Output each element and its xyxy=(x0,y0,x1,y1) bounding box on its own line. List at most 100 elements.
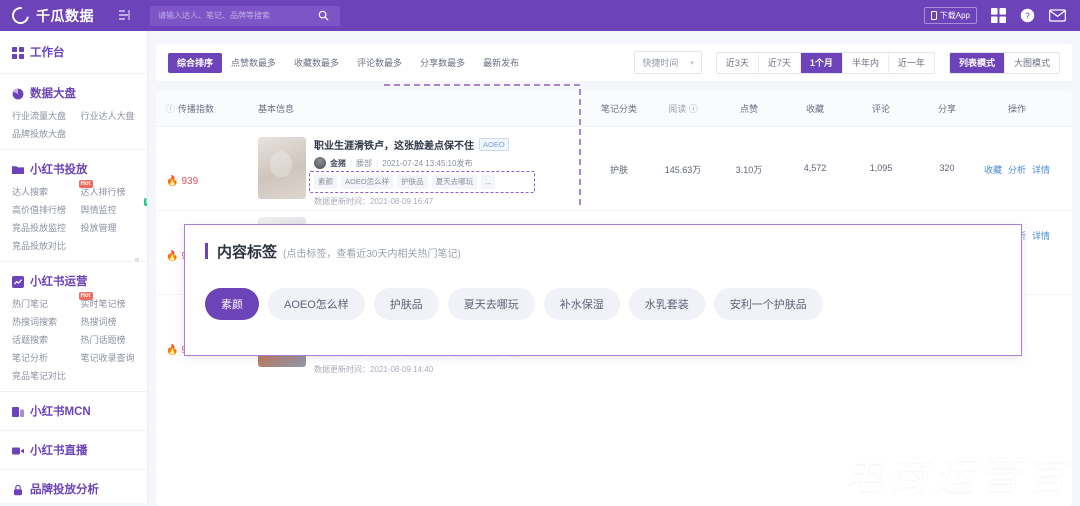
note-tag-list: 素颜 AOEO怎么样 护肤品 夏天去哪玩 ... xyxy=(309,171,588,193)
sidebar-group-label: 小红书直播 xyxy=(30,445,88,457)
sidebar-item-competitor-compare[interactable]: 竞品投放对比 xyxy=(12,239,79,252)
sidebar-sublist-xhs-placement: 达人搜索 Hot 达人排行榜 Hot 高价值排行榜 舆情监控 Beta 竞品投放… xyxy=(0,179,147,252)
help-icon[interactable]: ? xyxy=(1020,8,1035,23)
note-info-cell: 职业生涯滑铁卢，这张脸差点保不住 AOEO 金猪 | 腰部 | 2021-07-… xyxy=(258,137,588,206)
header-label: 阅读 xyxy=(668,104,687,114)
sidebar-item-brand-board[interactable]: 品牌投放大盘 xyxy=(12,127,79,140)
sidebar-item-kol-rank[interactable]: 达人排行榜 Hot xyxy=(81,185,148,198)
range-1m[interactable]: 1个月 xyxy=(800,52,843,73)
sidebar-item-placement-manage[interactable]: 投放管理 xyxy=(81,221,148,234)
range-7d[interactable]: 近7天 xyxy=(759,52,801,73)
popup-tag-selected[interactable]: 素颜 xyxy=(205,288,259,320)
sidebar-item-xhs-mcn[interactable]: 小红书MCN xyxy=(0,401,147,421)
sidebar-group-label: 小红书MCN xyxy=(30,406,91,418)
sidebar-item-hot-topic-rank[interactable]: 热门话题榜 xyxy=(81,333,148,346)
header-category: 笔记分类 xyxy=(600,104,637,114)
search-input[interactable] xyxy=(150,11,306,20)
sidebar-sublist-xhs-operation: 热门笔记 Hot 实时笔记榜 热搜词搜索 热搜词榜 话题搜索 热门话题榜 笔记分… xyxy=(0,291,147,382)
sidebar-item-high-value-rank[interactable]: 高价值排行榜 xyxy=(12,203,79,216)
sidebar-item-industry-kol[interactable]: 行业达人大盘 xyxy=(81,109,148,122)
note-thumbnail[interactable] xyxy=(258,137,306,199)
collect-action[interactable]: 收藏 xyxy=(984,163,1002,200)
help-circle-icon[interactable]: ⓘ xyxy=(689,104,698,114)
note-tag[interactable]: 素颜 xyxy=(314,175,337,189)
sidebar-item-data-board[interactable]: 数据大盘 xyxy=(0,83,147,103)
sidebar-item-workbench[interactable]: 工作台 xyxy=(0,42,147,62)
publish-time: 2021-07-24 13:45:10发布 xyxy=(382,158,473,168)
info-circle-icon[interactable]: ⓘ xyxy=(166,102,175,115)
sort-tab-newest[interactable]: 最新发布 xyxy=(474,53,528,73)
sort-tab-comments[interactable]: 评论数最多 xyxy=(348,53,411,73)
sidebar-group-label: 小红书投放 xyxy=(30,164,88,176)
view-mode-grid[interactable]: 大图模式 xyxy=(1005,53,1059,73)
sidebar-group-xhs-placement: 小红书投放 达人搜索 Hot 达人排行榜 Hot 高价值排行榜 舆情监控 Bet… xyxy=(0,150,147,262)
comments-cell: 1,095 xyxy=(869,163,893,173)
range-6m[interactable]: 半年内 xyxy=(843,52,889,73)
sidebar-item-brand-analysis[interactable]: 品牌投放分析 xyxy=(0,479,147,499)
note-tag[interactable]: 夏天去哪玩 xyxy=(431,175,478,189)
sidebar-item-note-analysis[interactable]: 笔记分析 xyxy=(12,351,79,364)
sidebar-item-hot-notes[interactable]: 热门笔记 Hot xyxy=(12,292,93,310)
global-search[interactable] xyxy=(150,5,340,26)
note-tag[interactable]: AOEO怎么样 xyxy=(341,175,394,189)
sidebar-group-xhs-operation: 小红书运营 热门笔记 Hot 实时笔记榜 热搜词搜索 热搜词榜 话题搜索 热门话… xyxy=(0,262,147,392)
note-tag[interactable]: 护肤品 xyxy=(397,175,428,189)
popup-tag[interactable]: 安利一个护肤品 xyxy=(713,288,823,320)
likes-cell: 3.10万 xyxy=(735,165,763,175)
chevron-double-left-icon[interactable]: « xyxy=(130,245,144,273)
sidebar-item-hot-word-search[interactable]: 热搜词搜索 xyxy=(12,315,79,328)
download-app-button[interactable]: 下载App xyxy=(923,7,977,24)
detail-action[interactable]: 详情 xyxy=(1032,229,1050,284)
grid-icon[interactable] xyxy=(991,8,1006,23)
note-title-row: 职业生涯滑铁卢，这张脸差点保不住 AOEO xyxy=(314,137,588,152)
sort-tab-likes[interactable]: 点赞数最多 xyxy=(222,53,285,73)
dashboard-grid-icon xyxy=(12,46,24,59)
popup-tag[interactable]: 水乳套装 xyxy=(628,288,705,320)
spread-index-cell: 🔥 939 xyxy=(166,137,258,200)
sort-tab-collects[interactable]: 收藏数最多 xyxy=(285,53,348,73)
author-name[interactable]: 金猪 xyxy=(330,158,346,169)
folder-icon xyxy=(12,163,24,175)
popup-tag[interactable]: AOEO怎么样 xyxy=(268,288,365,320)
sort-tabs: 综合排序 点赞数最多 收藏数最多 评论数最多 分享数最多 最新发布 xyxy=(168,52,528,73)
sidebar-item-xhs-live[interactable]: 小红书直播 xyxy=(0,440,147,460)
view-mode-list[interactable]: 列表模式 xyxy=(949,52,1005,73)
header-reads: 阅读 ⓘ xyxy=(650,102,716,115)
sidebar-item-note-compare[interactable]: 竞品笔记对比 xyxy=(12,369,79,382)
view-mode-group: 列表模式 大图模式 xyxy=(948,51,1060,74)
analyze-action[interactable]: 分析 xyxy=(1008,163,1026,200)
note-title[interactable]: 职业生涯滑铁卢，这张脸差点保不住 xyxy=(314,137,474,152)
reads-cell: 145.63万 xyxy=(664,165,702,175)
mail-icon[interactable] xyxy=(1049,9,1066,22)
sidebar-item-industry-traffic[interactable]: 行业流量大盘 xyxy=(12,109,79,122)
search-icon[interactable] xyxy=(306,6,340,26)
note-tag-more[interactable]: ... xyxy=(481,175,496,189)
popup-tag[interactable]: 补水保湿 xyxy=(543,288,620,320)
sort-tab-overall[interactable]: 综合排序 xyxy=(168,52,223,73)
popup-tag[interactable]: 夏天去哪玩 xyxy=(447,288,535,320)
spread-index-value: 939 xyxy=(181,176,199,187)
sidebar-item-sentiment-monitor[interactable]: 舆情监控 Beta xyxy=(81,198,147,216)
table-row[interactable]: 🔥 939 职业生涯滑铁卢，这张脸差点保不住 AOEO 金猪 | 腰部 | 20… xyxy=(156,127,1072,211)
sidebar-item-note-index-query[interactable]: 笔记收录查询 xyxy=(81,351,148,364)
sidebar-item-xhs-placement[interactable]: 小红书投放 xyxy=(0,159,147,179)
sidebar-item-realtime-note-rank[interactable]: 实时笔记榜 xyxy=(81,297,148,310)
popup-title-row: 内容标签 (点击标签，查看近30天内相关热门笔记) xyxy=(205,241,1001,262)
sidebar-item-kol-search[interactable]: 达人搜索 Hot xyxy=(12,180,93,198)
sidebar-item-competitor-monitor[interactable]: 竞品投放监控 xyxy=(12,221,79,234)
sidebar-group-xhs-mcn: 小红书MCN xyxy=(0,392,147,431)
sidebar-item-hot-word-rank[interactable]: 热搜词榜 xyxy=(81,315,148,328)
collects-cell: 4,572 xyxy=(803,163,827,173)
sidebar-item-topic-search[interactable]: 话题搜索 xyxy=(12,333,79,346)
range-3d[interactable]: 近3天 xyxy=(717,52,759,73)
range-1y[interactable]: 近一年 xyxy=(889,53,934,73)
quick-time-select[interactable]: 快捷时间 ▾ xyxy=(634,51,702,74)
list-toggle-icon[interactable] xyxy=(118,9,132,23)
popup-tag[interactable]: 护肤品 xyxy=(373,288,439,320)
sidebar-item-xhs-operation[interactable]: 小红书运营 xyxy=(0,271,147,291)
detail-action[interactable]: 详情 xyxy=(1032,163,1050,200)
sidebar-group-brand-analysis: 品牌投放分析 xyxy=(0,470,147,503)
sort-tab-shares[interactable]: 分享数最多 xyxy=(411,53,474,73)
brand-logo[interactable]: 千瓜数据 xyxy=(8,3,94,28)
building-icon xyxy=(12,405,24,417)
